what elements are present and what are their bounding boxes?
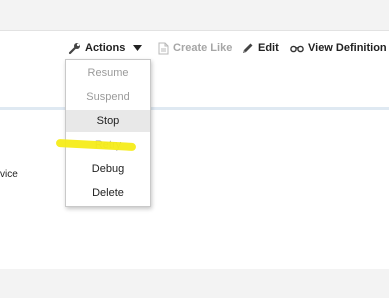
menu-item-delete[interactable]: Delete (66, 182, 150, 204)
create-like-label: Create Like (173, 42, 233, 54)
edit-button[interactable]: Edit (241, 40, 279, 56)
bottom-strip (0, 269, 389, 298)
section-divider (0, 107, 389, 110)
content-panel (0, 30, 389, 270)
menu-item-suspend[interactable]: Suspend (66, 86, 150, 108)
menu-item-stop[interactable]: Stop (66, 110, 150, 132)
view-definition-label: View Definition (308, 42, 387, 54)
cut-off-text: vice (0, 169, 18, 180)
wrench-icon (68, 42, 81, 55)
pencil-icon (241, 42, 254, 55)
actions-label: Actions (85, 42, 126, 54)
create-like-button[interactable]: Create Like (158, 40, 232, 56)
view-definition-button[interactable]: View Definition (290, 40, 387, 56)
document-icon (158, 42, 169, 55)
edit-label: Edit (258, 42, 279, 54)
top-strip (0, 0, 389, 30)
actions-menu-button[interactable]: Actions (68, 40, 125, 56)
actions-dropdown-menu: Resume Suspend Stop Retry Debug Delete (65, 59, 151, 207)
glasses-icon (290, 44, 304, 53)
caret-down-icon (133, 44, 142, 52)
menu-item-resume[interactable]: Resume (66, 62, 150, 84)
actions-dropdown-toggle[interactable] (133, 40, 146, 56)
menu-item-debug[interactable]: Debug (66, 158, 150, 180)
